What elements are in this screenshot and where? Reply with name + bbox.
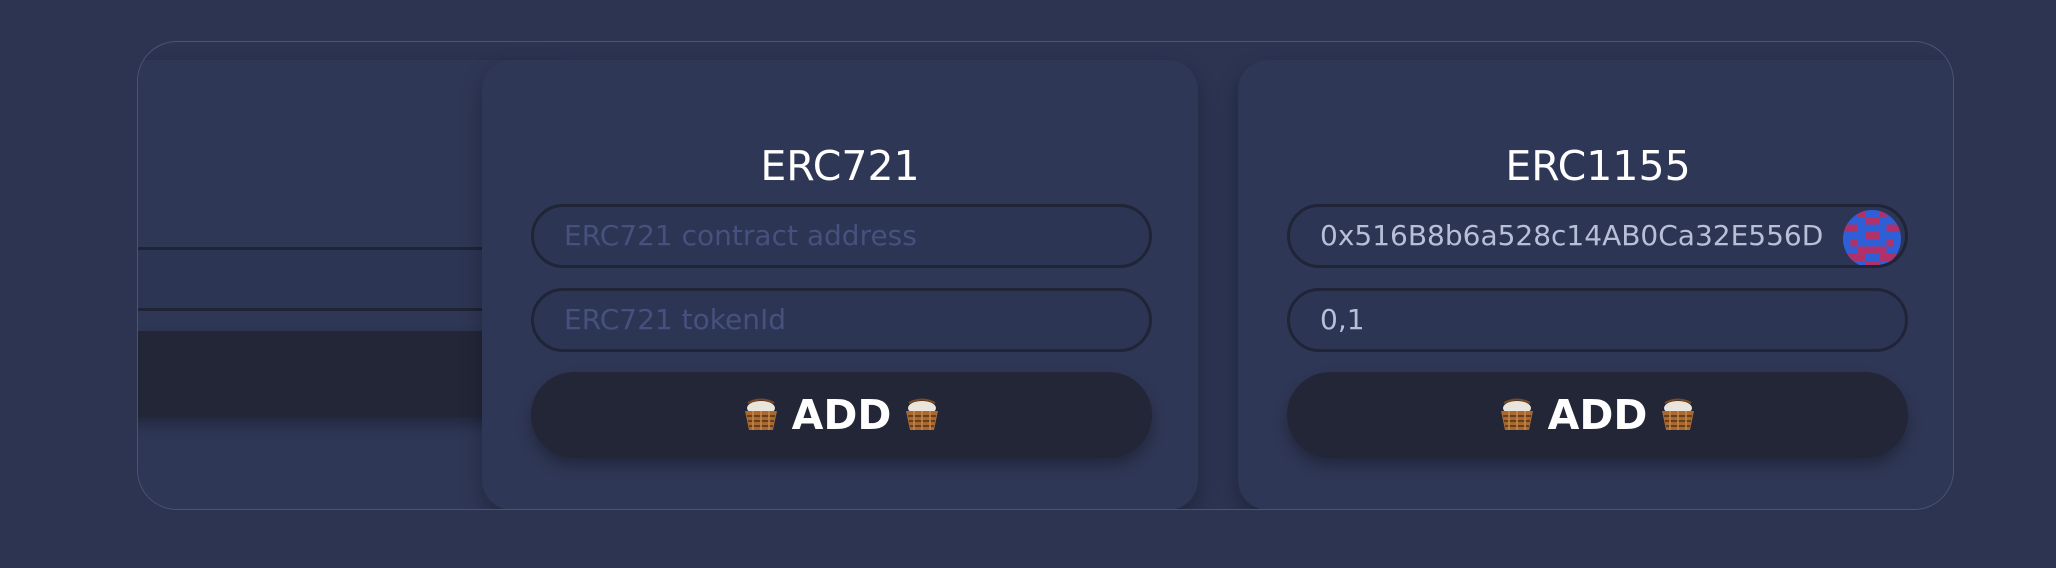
- erc1155-ids-value: 0,1: [1320, 303, 1365, 336]
- erc1155-card: ERC1155 0x516B8b6a528c14AB0Ca32E556D 0,1…: [1238, 60, 1953, 509]
- erc1155-add-button[interactable]: ADD: [1287, 372, 1908, 458]
- erc721-address-input[interactable]: ERC721 contract address: [531, 204, 1152, 268]
- erc1155-add-label: ADD: [1547, 391, 1648, 439]
- erc721-add-label: ADD: [791, 391, 892, 439]
- erc721-card: ERC721 ERC721 contract address ERC721 to…: [482, 60, 1198, 509]
- partial-card-add-button[interactable]: [138, 331, 527, 417]
- erc721-tokenid-placeholder: ERC721 tokenId: [564, 303, 786, 336]
- identicon-avatar: [1843, 210, 1901, 265]
- erc1155-address-value: 0x516B8b6a528c14AB0Ca32E556D: [1320, 219, 1824, 252]
- basket-icon: [901, 394, 943, 436]
- erc1155-title: ERC1155: [1505, 142, 1691, 190]
- partial-card-input[interactable]: [138, 247, 525, 311]
- erc1155-ids-input[interactable]: 0,1: [1287, 288, 1908, 352]
- erc1155-address-input[interactable]: 0x516B8b6a528c14AB0Ca32E556D: [1287, 204, 1908, 268]
- erc721-title: ERC721: [760, 142, 920, 190]
- tokens-carousel: ) ERC721 ERC721 contract address ERC721 …: [137, 41, 1954, 510]
- basket-icon: [1657, 394, 1699, 436]
- basket-icon: [740, 394, 782, 436]
- erc721-address-placeholder: ERC721 contract address: [564, 219, 917, 252]
- erc721-add-button[interactable]: ADD: [531, 372, 1152, 458]
- basket-icon: [1496, 394, 1538, 436]
- erc721-tokenid-input[interactable]: ERC721 tokenId: [531, 288, 1152, 352]
